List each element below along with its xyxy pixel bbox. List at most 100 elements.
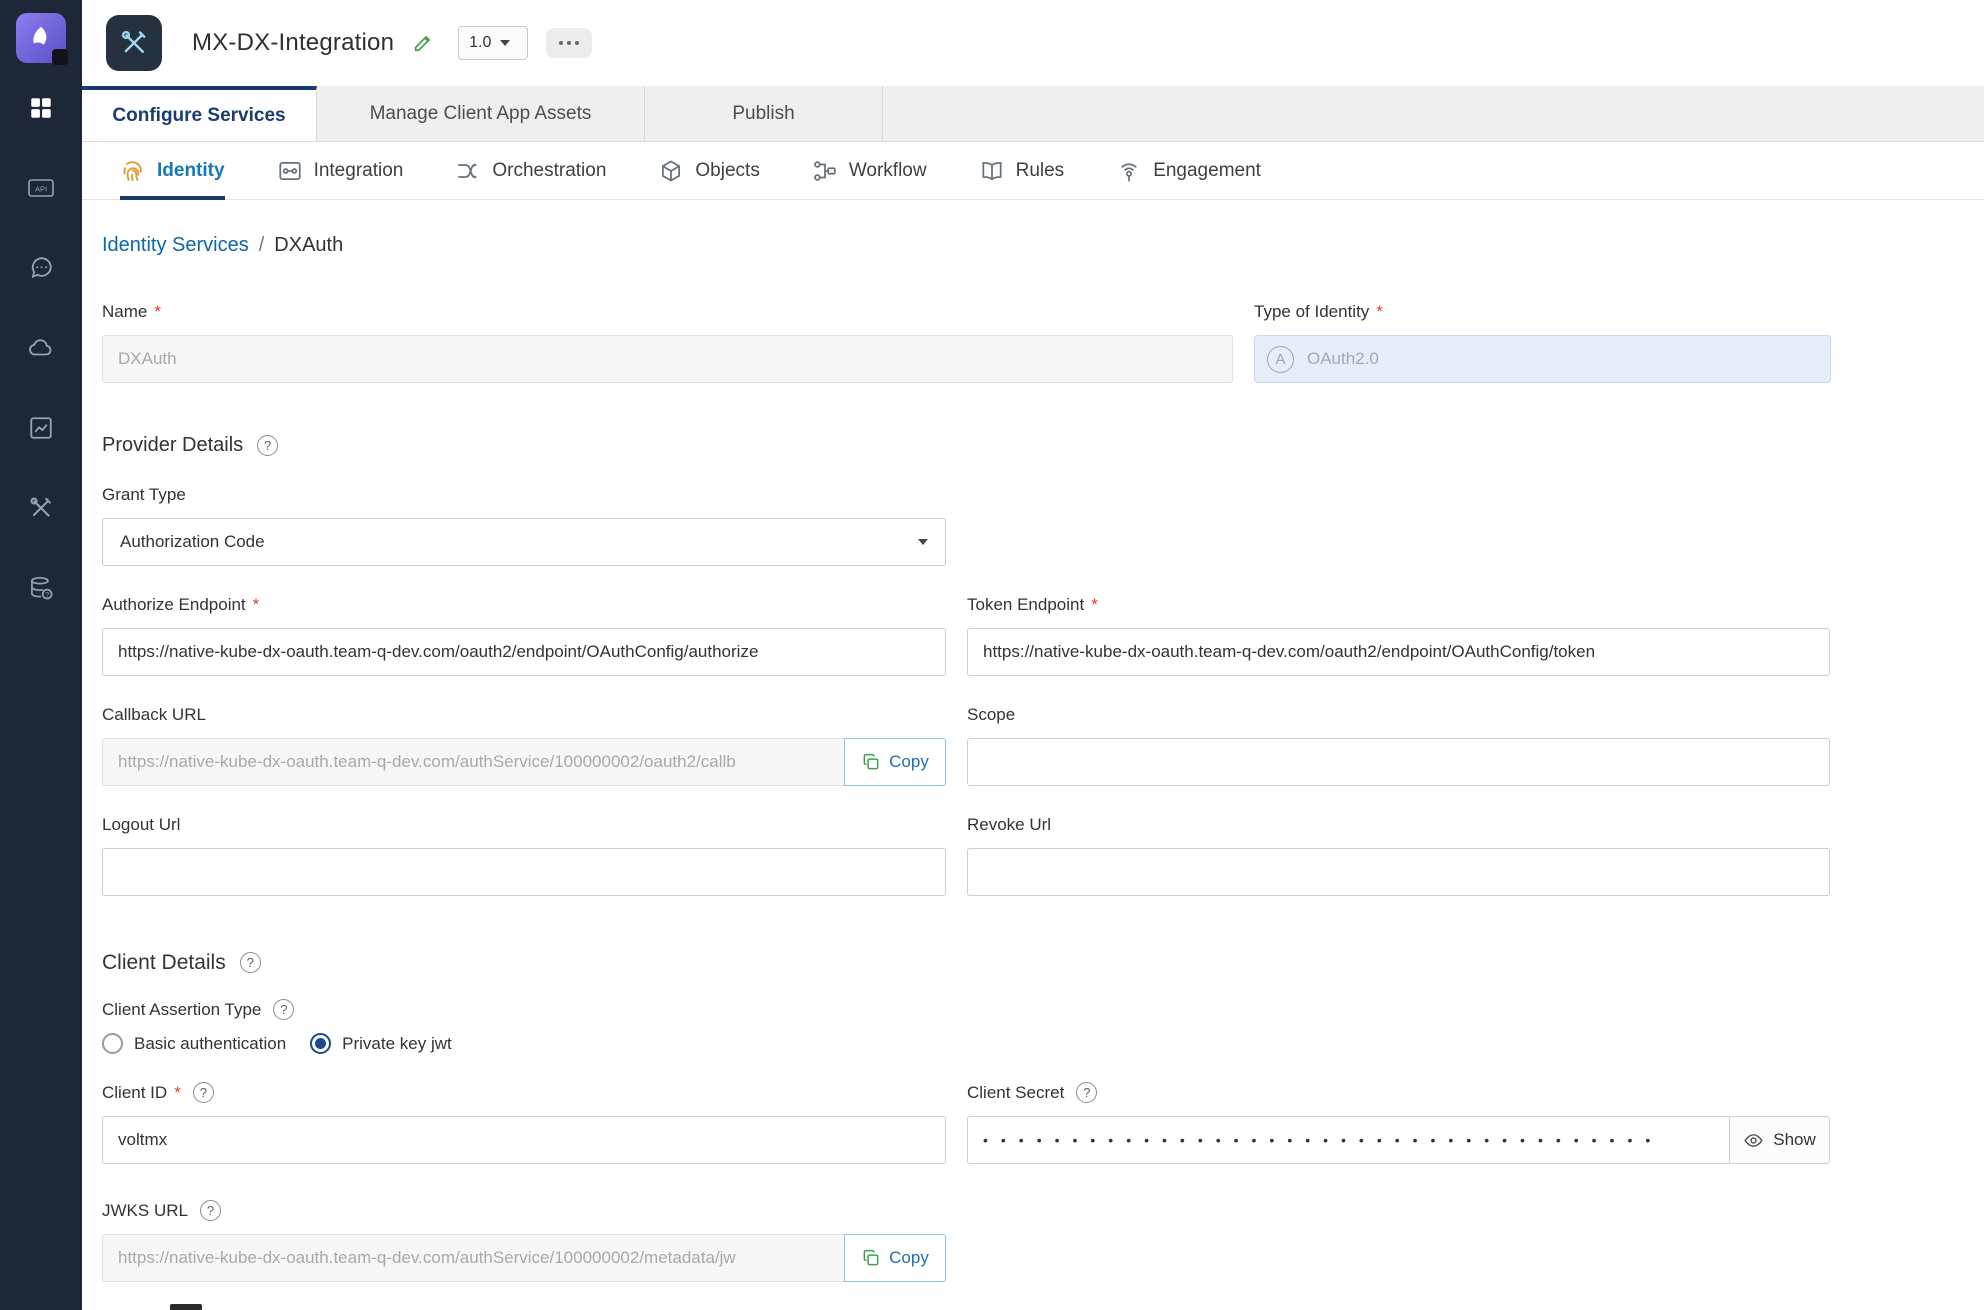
required-mark: * <box>174 1082 181 1103</box>
show-secret-button[interactable]: Show <box>1729 1116 1830 1164</box>
fingerprint-icon <box>120 158 146 184</box>
help-icon[interactable]: ? <box>200 1200 221 1221</box>
scope-input[interactable] <box>967 738 1830 786</box>
grant-type-row: Grant Type Authorization Code <box>102 484 946 566</box>
jwks-url-input <box>102 1234 845 1282</box>
chat-icon[interactable] <box>25 253 57 283</box>
service-tab-workflow[interactable]: Workflow <box>812 142 927 199</box>
client-secret-input[interactable] <box>967 1116 1730 1164</box>
provider-details-heading: Provider Details ? <box>102 433 1832 458</box>
breadcrumb-current: DXAuth <box>274 234 343 257</box>
client-id-secret-row: Client ID* ? Client Secret ? <box>102 1082 1832 1164</box>
jwks-url-row: JWKS URL ? Copy <box>102 1200 1832 1282</box>
name-label: Name* <box>102 301 1233 322</box>
client-details-heading: Client Details ? <box>102 950 1832 975</box>
grant-type-value: Authorization Code <box>120 532 265 552</box>
breadcrumb-separator: / <box>259 234 265 257</box>
callback-url-input <box>102 738 845 786</box>
version-dropdown[interactable]: 1.0 <box>458 26 528 60</box>
clipped-section-fragment <box>170 1304 202 1310</box>
service-tab-label: Engagement <box>1153 160 1261 182</box>
main-tabs: Configure Services Manage Client App Ass… <box>82 86 1984 142</box>
revoke-url-input[interactable] <box>967 848 1830 896</box>
required-mark: * <box>1376 301 1383 322</box>
tab-manage-client-app-assets[interactable]: Manage Client App Assets <box>317 86 645 141</box>
breadcrumb-identity-services[interactable]: Identity Services <box>102 234 249 257</box>
authorize-endpoint-label: Authorize Endpoint* <box>102 594 946 615</box>
breadcrumb: Identity Services / DXAuth <box>102 234 1832 257</box>
service-tab-integration[interactable]: Integration <box>277 142 404 199</box>
service-tabs: Identity Integration <box>82 142 1984 200</box>
cloud-icon[interactable] <box>25 333 57 363</box>
service-tab-label: Orchestration <box>492 160 606 182</box>
tools-icon[interactable] <box>25 493 57 523</box>
apps-grid-icon[interactable] <box>25 93 57 123</box>
grant-type-dropdown[interactable]: Authorization Code <box>102 518 946 566</box>
scope-label: Scope <box>967 704 1830 725</box>
foundry-logo[interactable] <box>16 13 66 63</box>
chevron-down-icon <box>500 40 510 46</box>
leaf-icon <box>26 23 56 53</box>
jwks-url-label: JWKS URL ? <box>102 1200 1832 1221</box>
sidebar-nav: API <box>25 93 57 603</box>
client-id-label: Client ID* ? <box>102 1082 946 1103</box>
copy-jwks-url-button[interactable]: Copy <box>844 1234 946 1282</box>
type-of-identity-field: A OAuth2.0 <box>1254 335 1831 383</box>
client-id-input[interactable] <box>102 1116 946 1164</box>
cube-icon <box>658 158 684 184</box>
tab-configure-services[interactable]: Configure Services <box>82 86 317 141</box>
help-icon[interactable]: ? <box>193 1082 214 1103</box>
logo-badge <box>52 49 68 65</box>
page-title: MX-DX-Integration <box>192 29 394 57</box>
logout-url-input[interactable] <box>102 848 946 896</box>
data-docs-icon[interactable]: ? <box>25 573 57 603</box>
callback-scope-row: Callback URL Copy <box>102 704 1832 786</box>
version-label: 1.0 <box>469 34 491 52</box>
tab-publish[interactable]: Publish <box>645 86 883 141</box>
service-tab-objects[interactable]: Objects <box>658 142 759 199</box>
revoke-url-label: Revoke Url <box>967 814 1830 835</box>
client-assertion-options: Basic authentication Private key jwt <box>102 1033 1832 1054</box>
help-icon[interactable]: ? <box>273 999 294 1020</box>
copy-icon <box>861 1248 881 1268</box>
logout-revoke-row: Logout Url Revoke Url <box>102 814 1832 896</box>
app-root: API <box>0 0 1984 1310</box>
analytics-icon[interactable] <box>25 413 57 443</box>
service-tab-label: Integration <box>314 160 404 182</box>
required-mark: * <box>253 594 260 615</box>
service-tab-label: Identity <box>157 160 225 182</box>
authorize-endpoint-input[interactable] <box>102 628 946 676</box>
help-icon[interactable]: ? <box>257 435 278 456</box>
copy-callback-url-button[interactable]: Copy <box>844 738 946 786</box>
token-endpoint-input[interactable] <box>967 628 1830 676</box>
service-tab-orchestration[interactable]: Orchestration <box>455 142 606 199</box>
service-tab-identity[interactable]: Identity <box>120 142 225 199</box>
edit-title-icon[interactable] <box>412 32 434 54</box>
more-options-button[interactable] <box>546 28 592 58</box>
service-tab-rules[interactable]: Rules <box>979 142 1065 199</box>
radio-circle-selected <box>310 1033 331 1054</box>
app-icon <box>106 15 162 71</box>
endpoints-row: Authorize Endpoint* Token Endpoint* <box>102 594 1832 676</box>
service-tab-label: Rules <box>1016 160 1065 182</box>
svg-text:API: API <box>35 185 47 194</box>
name-type-row: Name* Type of Identity* A OAuth2.0 <box>102 301 1832 383</box>
svg-text:?: ? <box>45 592 49 599</box>
radio-circle-unselected <box>102 1033 123 1054</box>
client-secret-label: Client Secret ? <box>967 1082 1830 1103</box>
help-icon[interactable]: ? <box>240 952 261 973</box>
token-endpoint-label: Token Endpoint* <box>967 594 1830 615</box>
api-icon[interactable]: API <box>25 173 57 203</box>
book-icon <box>979 158 1005 184</box>
name-input[interactable] <box>102 335 1233 383</box>
app-header: MX-DX-Integration 1.0 <box>82 0 1984 86</box>
type-of-identity-label: Type of Identity* <box>1254 301 1831 322</box>
service-tab-label: Workflow <box>849 160 927 182</box>
broadcast-icon <box>1116 158 1142 184</box>
logout-url-label: Logout Url <box>102 814 946 835</box>
service-tab-engagement[interactable]: Engagement <box>1116 142 1261 199</box>
workflow-icon <box>812 158 838 184</box>
radio-basic-authentication[interactable]: Basic authentication <box>102 1033 286 1054</box>
radio-private-key-jwt[interactable]: Private key jwt <box>310 1033 452 1054</box>
help-icon[interactable]: ? <box>1076 1082 1097 1103</box>
